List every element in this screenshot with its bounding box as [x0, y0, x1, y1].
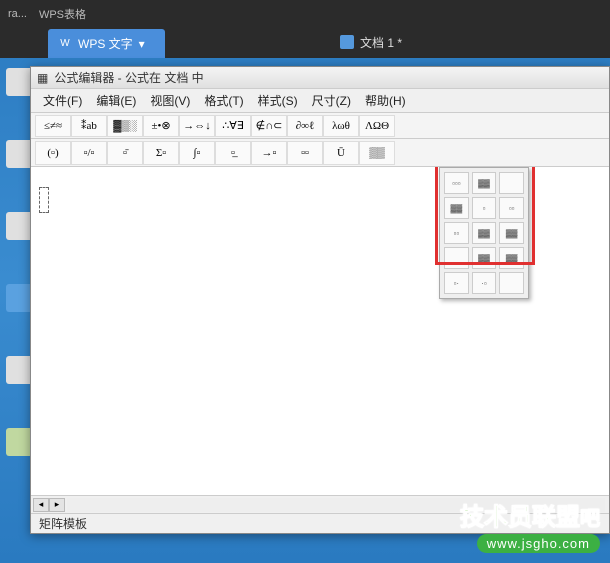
- taskbar-app-1[interactable]: ra...: [8, 8, 27, 20]
- watermark-suffix: 吧: [580, 508, 600, 530]
- os-taskbar: ra... WPS表格: [0, 0, 610, 28]
- matrix-option-1[interactable]: ▫▫▫: [444, 172, 469, 194]
- menu-format[interactable]: 格式(T): [198, 89, 249, 112]
- watermark: 技术员联盟吧 www.jsgho.com: [460, 497, 600, 553]
- symbols-operators[interactable]: ±•⊗: [143, 115, 179, 137]
- equation-editor-window: ▦ 公式编辑器 - 公式在 文档 中 文件(F) 编辑(E) 视图(V) 格式(…: [30, 66, 610, 534]
- watermark-text: 技术员联盟: [460, 504, 580, 531]
- symbols-arrows[interactable]: →⇔↓: [179, 115, 215, 137]
- menu-file[interactable]: 文件(F): [37, 89, 88, 112]
- equation-placeholder[interactable]: [39, 187, 49, 213]
- menu-help[interactable]: 帮助(H): [359, 89, 412, 112]
- template-hat[interactable]: Ū: [323, 141, 359, 165]
- status-text: 矩阵模板: [39, 515, 87, 532]
- dropdown-icon: ▾: [139, 37, 145, 51]
- template-sum[interactable]: Σ▫: [143, 141, 179, 165]
- template-subscript[interactable]: ▫̄: [107, 141, 143, 165]
- symbols-logic[interactable]: ∴∀∃: [215, 115, 251, 137]
- matrix-option-10[interactable]: [444, 247, 469, 269]
- symbols-misc[interactable]: ∂∞ℓ: [287, 115, 323, 137]
- template-fraction[interactable]: ▫/▫: [71, 141, 107, 165]
- matrix-option-11[interactable]: ▓▓: [472, 247, 497, 269]
- document-icon: [340, 35, 354, 49]
- wps-writer-tab[interactable]: W WPS 文字 ▾: [48, 29, 165, 58]
- matrix-option-14[interactable]: ·▫: [472, 272, 497, 294]
- symbols-greek-lower[interactable]: λωθ: [323, 115, 359, 137]
- template-matrix[interactable]: ▒▒: [359, 141, 395, 165]
- menu-edit[interactable]: 编辑(E): [90, 89, 142, 112]
- matrix-option-13[interactable]: ▫·: [444, 272, 469, 294]
- document-tab[interactable]: 文档 1 *: [340, 28, 402, 56]
- scroll-left-arrow[interactable]: ◂: [33, 498, 49, 512]
- matrix-option-2[interactable]: ▓▓: [472, 172, 497, 194]
- document-tab-label: 文档 1 *: [360, 34, 402, 51]
- taskbar-app-2[interactable]: WPS表格: [39, 6, 86, 22]
- scroll-right-arrow[interactable]: ▸: [49, 498, 65, 512]
- template-product[interactable]: ▫▫: [287, 141, 323, 165]
- menu-size[interactable]: 尺寸(Z): [306, 89, 357, 112]
- matrix-option-15[interactable]: [499, 272, 524, 294]
- template-underbar[interactable]: ▫̲: [215, 141, 251, 165]
- symbols-relational[interactable]: ≤≠≈: [35, 115, 71, 137]
- matrix-option-12[interactable]: ▓▓: [499, 247, 524, 269]
- watermark-url: www.jsgho.com: [477, 534, 600, 553]
- menu-style[interactable]: 样式(S): [252, 89, 304, 112]
- matrix-option-4[interactable]: ▓▓: [444, 197, 469, 219]
- titlebar[interactable]: ▦ 公式编辑器 - 公式在 文档 中: [31, 67, 609, 89]
- menu-view[interactable]: 视图(V): [144, 89, 196, 112]
- wps-icon: W: [58, 37, 72, 51]
- template-toolbar: (▫) ▫/▫ ▫̄ Σ▫ ∫▫ ▫̲ →▫ ▫▫ Ū ▒▒: [31, 139, 609, 167]
- matrix-option-7[interactable]: ▫▫: [444, 222, 469, 244]
- menubar: 文件(F) 编辑(E) 视图(V) 格式(T) 样式(S) 尺寸(Z) 帮助(H…: [31, 89, 609, 113]
- symbol-toolbar: ≤≠≈ ⁑ab ▓▒░ ±•⊗ →⇔↓ ∴∀∃ ∉∩⊂ ∂∞ℓ λωθ ΛΩΘ: [31, 113, 609, 139]
- wps-tab-label: WPS 文字: [78, 35, 133, 52]
- template-fence[interactable]: (▫): [35, 141, 71, 165]
- template-arrow[interactable]: →▫: [251, 141, 287, 165]
- symbols-set[interactable]: ∉∩⊂: [251, 115, 287, 137]
- app-icon: ▦: [37, 71, 48, 85]
- window-title: 公式编辑器 - 公式在 文档 中: [54, 69, 203, 86]
- symbols-greek-upper[interactable]: ΛΩΘ: [359, 115, 395, 137]
- matrix-template-popup: ▫▫▫ ▓▓ ▓▓ ▫ ▫▫ ▫▫ ▓▓ ▓▓ ▓▓ ▓▓ ▫· ·▫: [439, 167, 529, 299]
- symbols-embellish[interactable]: ▓▒░: [107, 115, 143, 137]
- matrix-option-3[interactable]: [499, 172, 524, 194]
- equation-canvas[interactable]: ▫▫▫ ▓▓ ▓▓ ▫ ▫▫ ▫▫ ▓▓ ▓▓ ▓▓ ▓▓ ▫· ·▫: [31, 167, 609, 495]
- matrix-option-8[interactable]: ▓▓: [472, 222, 497, 244]
- app-tab-row: W WPS 文字 ▾: [0, 28, 610, 58]
- matrix-option-6[interactable]: ▫▫: [499, 197, 524, 219]
- matrix-option-5[interactable]: ▫: [472, 197, 497, 219]
- template-integral[interactable]: ∫▫: [179, 141, 215, 165]
- matrix-option-9[interactable]: ▓▓: [499, 222, 524, 244]
- symbols-spaces[interactable]: ⁑ab: [71, 115, 107, 137]
